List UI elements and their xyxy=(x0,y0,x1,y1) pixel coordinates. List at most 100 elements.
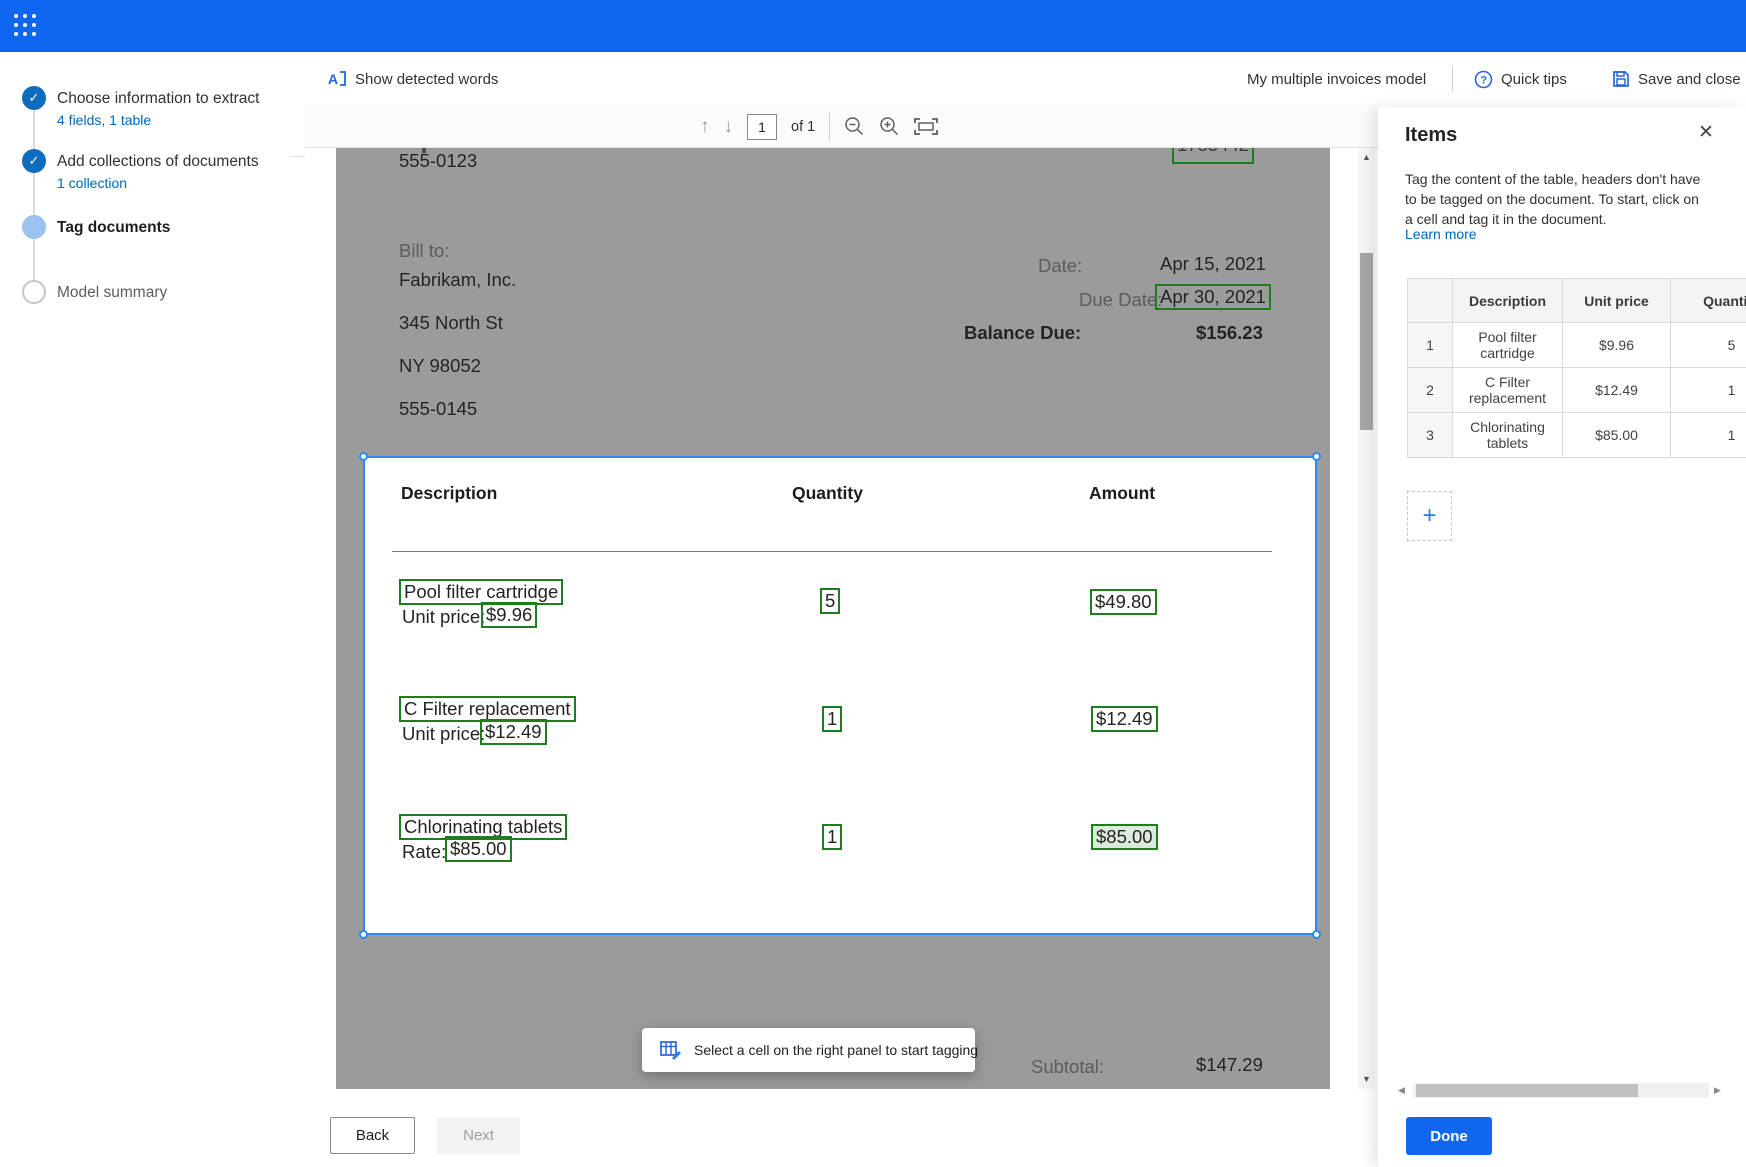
row3-description-cell[interactable]: Chlorinating tablets xyxy=(1453,413,1563,458)
date-value: Apr 15, 2021 xyxy=(1160,253,1266,275)
footer-bar: Back Next xyxy=(0,1089,1378,1167)
tag-row1-amount[interactable]: $49.80 xyxy=(1090,589,1157,615)
save-icon xyxy=(1612,70,1630,88)
add-row-button[interactable]: + xyxy=(1407,491,1452,541)
tag-row3-unit-price[interactable]: $85.00 xyxy=(445,836,512,862)
step3-circle-icon xyxy=(22,215,46,239)
title-bar xyxy=(0,0,1746,52)
tag-row1-unit-price[interactable]: $9.96 xyxy=(481,602,537,628)
step2-check-icon: ✓ xyxy=(22,149,46,173)
due-date-tagged[interactable]: Apr 30, 2021 xyxy=(1155,284,1271,310)
app-root: A Show detected words My multiple invoic… xyxy=(0,0,1746,1167)
selection-handle-bottom-left[interactable] xyxy=(359,930,368,939)
question-circle-icon: ? xyxy=(1474,70,1493,89)
save-and-close-label: Save and close xyxy=(1638,71,1741,88)
back-button[interactable]: Back xyxy=(330,1117,415,1154)
col-header-quantity: Quantity xyxy=(1671,279,1746,323)
doc-table-rule xyxy=(392,551,1272,552)
step2-sublink[interactable]: 1 collection xyxy=(57,175,127,191)
row1-quantity-cell[interactable]: 5 xyxy=(1671,323,1746,368)
items-table: Description Unit price Quantity 1 Pool f… xyxy=(1407,278,1746,458)
step1-check-icon: ✓ xyxy=(22,86,46,110)
show-detected-words-button[interactable]: A Show detected words xyxy=(327,52,498,106)
row2-number: 2 xyxy=(1408,368,1453,413)
panel-description: Tag the content of the table, headers do… xyxy=(1405,170,1707,230)
next-button-disabled[interactable]: Next xyxy=(437,1117,520,1154)
zoom-in-icon[interactable] xyxy=(879,116,900,137)
svg-text:A: A xyxy=(328,71,338,87)
save-and-close-button[interactable]: Save and close xyxy=(1612,52,1741,106)
scroll-left-arrow-icon[interactable]: ◀ xyxy=(1398,1085,1405,1096)
panel-title: Items xyxy=(1405,124,1457,147)
document-vertical-scrollbar[interactable] xyxy=(1358,148,1375,1089)
row2-unit-price-cell[interactable]: $12.49 xyxy=(1563,368,1671,413)
row2-unit-label: Unit price: xyxy=(402,723,485,745)
step2-label: Add collections of documents xyxy=(57,153,259,171)
scroll-down-arrow-icon[interactable]: ▼ xyxy=(1358,1074,1375,1084)
vertical-scrollbar-thumb[interactable] xyxy=(1360,253,1373,430)
fit-to-page-icon[interactable] xyxy=(914,118,938,135)
step1-label: Choose information to extract xyxy=(57,90,259,108)
zoom-out-icon[interactable] xyxy=(844,116,865,137)
previous-page-arrow-icon[interactable]: ↑ xyxy=(700,117,710,136)
tooltip-text: Select a cell on the right panel to star… xyxy=(694,1042,978,1058)
header-divider xyxy=(1452,66,1453,92)
close-icon[interactable]: ✕ xyxy=(1698,121,1714,144)
invoice-phone: 555-0123 xyxy=(399,150,477,172)
row3-number: 3 xyxy=(1408,413,1453,458)
panel-horizontal-scrollbar[interactable]: ◀ ▶ xyxy=(1398,1083,1724,1098)
invoice-number-tagged[interactable]: 1785442 xyxy=(1172,148,1254,164)
balance-due-label: Balance Due: xyxy=(964,322,1081,344)
detect-text-icon: A xyxy=(327,70,347,88)
page-number-input[interactable] xyxy=(747,114,777,140)
horizontal-scrollbar-thumb[interactable] xyxy=(1416,1084,1638,1097)
invoice-document[interactable]: 555-0123 1785442 Bill to: Fabrikam, Inc.… xyxy=(336,148,1330,1089)
table-selection-region[interactable]: Description Quantity Amount Pool filter … xyxy=(363,456,1317,935)
due-date-label: Due Date: xyxy=(1079,289,1162,311)
table-pen-icon xyxy=(660,1040,681,1060)
bill-to-label: Bill to: xyxy=(399,240,449,262)
doc-col-amount: Amount xyxy=(1089,483,1155,504)
tagging-hint-tooltip: Select a cell on the right panel to star… xyxy=(642,1028,975,1072)
scroll-right-arrow-icon[interactable]: ▶ xyxy=(1714,1085,1721,1096)
date-label: Date: xyxy=(1038,255,1082,277)
row2-description-cell[interactable]: C Filter replacement xyxy=(1453,368,1563,413)
tag-row2-unit-price[interactable]: $12.49 xyxy=(480,719,547,745)
selection-handle-bottom-right[interactable] xyxy=(1312,930,1321,939)
model-name: My multiple invoices model xyxy=(1247,52,1426,106)
quick-tips-label: Quick tips xyxy=(1501,71,1567,88)
tag-row2-quantity[interactable]: 1 xyxy=(822,706,842,732)
row1-description-cell[interactable]: Pool filter cartridge xyxy=(1453,323,1563,368)
selection-handle-top-left[interactable] xyxy=(359,452,368,461)
selection-handle-top-right[interactable] xyxy=(1312,452,1321,461)
learn-more-link[interactable]: Learn more xyxy=(1405,226,1477,242)
show-detected-words-label: Show detected words xyxy=(355,71,498,88)
tag-row2-amount[interactable]: $12.49 xyxy=(1091,706,1158,732)
subtotal-label: Subtotal: xyxy=(1031,1056,1104,1078)
doc-col-quantity: Quantity xyxy=(792,483,863,504)
page-count-label: of 1 xyxy=(791,119,815,135)
app-launcher-waffle-icon[interactable] xyxy=(14,14,40,40)
tag-row3-quantity[interactable]: 1 xyxy=(822,824,842,850)
scroll-up-arrow-icon[interactable]: ▲ xyxy=(1358,152,1375,162)
tag-row1-quantity[interactable]: 5 xyxy=(820,588,840,614)
row2-quantity-cell[interactable]: 1 xyxy=(1671,368,1746,413)
row3-quantity-cell[interactable]: 1 xyxy=(1671,413,1746,458)
header-toolbar: A Show detected words My multiple invoic… xyxy=(0,52,1746,106)
next-page-arrow-icon[interactable]: ↓ xyxy=(724,117,734,136)
toolbar-separator xyxy=(829,113,830,141)
row1-unit-label: Unit price: xyxy=(402,606,485,628)
col-header-unit-price: Unit price xyxy=(1563,279,1671,323)
col-header-description: Description xyxy=(1453,279,1563,323)
viewer-controls: ↑ ↓ of 1 xyxy=(700,105,938,148)
quick-tips-button[interactable]: ? Quick tips xyxy=(1474,52,1567,106)
tag-row3-amount-selected[interactable]: $85.00 xyxy=(1091,824,1158,850)
step1-sublink[interactable]: 4 fields, 1 table xyxy=(57,112,151,128)
row3-unit-price-cell[interactable]: $85.00 xyxy=(1563,413,1671,458)
row1-unit-price-cell[interactable]: $9.96 xyxy=(1563,323,1671,368)
bill-to-address: Fabrikam, Inc. 345 North St NY 98052 555… xyxy=(399,269,516,420)
balance-due-value: $156.23 xyxy=(1196,322,1263,344)
step4-label: Model summary xyxy=(57,284,167,302)
row3-rate-label: Rate: xyxy=(402,841,446,863)
done-button[interactable]: Done xyxy=(1406,1117,1492,1155)
